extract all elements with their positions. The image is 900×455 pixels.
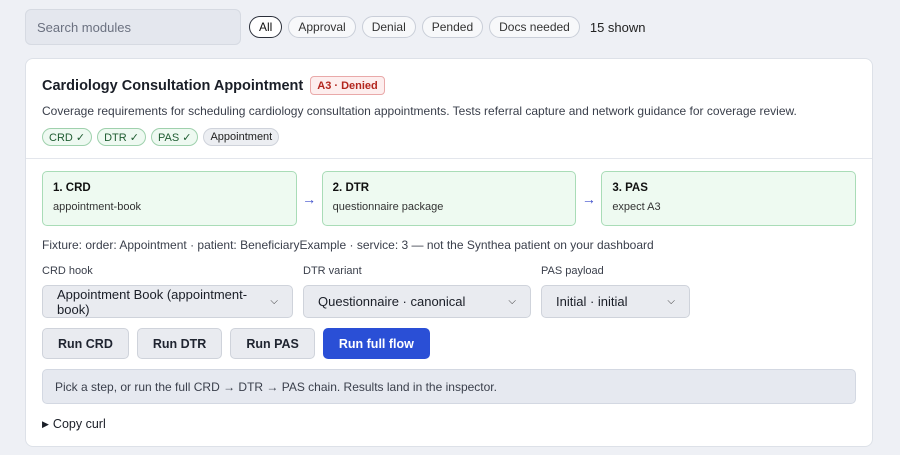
copy-curl-label: Copy curl	[52, 417, 106, 431]
dtr-variant-select[interactable]: Questionnaire · canonical ⌵	[303, 285, 531, 318]
step-pas[interactable]: 3. PAS expect A3	[601, 171, 856, 226]
run-crd-button[interactable]: Run CRD	[42, 328, 129, 359]
crd-hook-label: CRD hook	[42, 265, 93, 277]
pas-payload-value: Initial · initial	[556, 294, 628, 309]
flow-steps: 1. CRD appointment-book → 2. DTR questio…	[42, 171, 856, 226]
inspector-hint: Pick a step, or run the full CRD → DTR →…	[42, 369, 856, 404]
tag-dtr: DTR ✓	[97, 128, 146, 146]
step-subtitle: questionnaire package	[332, 201, 444, 213]
filter-chips: All Approval Denial Pended Docs needed	[249, 16, 586, 38]
copy-curl-toggle[interactable]: ▶ Copy curl	[42, 417, 856, 431]
run-full-flow-button[interactable]: Run full flow	[322, 328, 430, 359]
filter-chip-all[interactable]: All	[249, 16, 283, 38]
arrow-right-icon: →	[302, 190, 317, 207]
module-description: Coverage requirements for scheduling car…	[42, 104, 797, 118]
chevron-down-icon: ⌵	[270, 296, 278, 307]
dtr-variant-value: Questionnaire · canonical	[318, 294, 466, 309]
disclosure-triangle-icon: ▶	[42, 418, 49, 429]
step-dtr[interactable]: 2. DTR questionnaire package	[321, 171, 577, 226]
crd-hook-value: Appointment Book (appointment-book)	[57, 286, 248, 317]
chevron-down-icon: ⌵	[508, 296, 516, 307]
arrow-right-icon: →	[581, 190, 596, 207]
fixture-note: Fixture: order: Appointment · patient: B…	[42, 238, 654, 252]
step-crd[interactable]: 1. CRD appointment-book	[42, 171, 297, 226]
step-title: 2. DTR	[332, 182, 370, 194]
filter-chip-docs-needed[interactable]: Docs needed	[489, 16, 580, 38]
tag-pas: PAS ✓	[151, 128, 199, 146]
pas-payload-label: PAS payload	[541, 265, 604, 277]
dtr-variant-label: DTR variant	[303, 265, 362, 277]
crd-hook-select[interactable]: Appointment Book (appointment-book) ⌵	[42, 285, 293, 318]
pas-payload-select[interactable]: Initial · initial ⌵	[541, 285, 690, 318]
run-pas-button[interactable]: Run PAS	[230, 328, 315, 359]
filter-bar: All Approval Denial Pended Docs needed 1…	[25, 9, 885, 45]
filter-chip-denial[interactable]: Denial	[361, 16, 416, 38]
tag-appointment: Appointment	[203, 128, 280, 146]
module-title: Cardiology Consultation Appointment	[42, 77, 304, 94]
filter-chip-approval[interactable]: Approval	[288, 16, 356, 38]
step-title: 1. CRD	[53, 182, 91, 194]
filter-chip-pended[interactable]: Pended	[421, 16, 484, 38]
run-dtr-button[interactable]: Run DTR	[136, 328, 223, 359]
module-header: Cardiology Consultation Appointment A3 ·…	[26, 59, 872, 159]
action-buttons: Run CRD Run DTR Run PAS Run full flow	[42, 328, 856, 359]
step-subtitle: expect A3	[612, 201, 661, 213]
module-tags: CRD ✓ DTR ✓ PAS ✓ Appointment	[42, 128, 856, 146]
shown-count: 15 shown	[589, 19, 646, 35]
step-subtitle: appointment-book	[53, 201, 142, 213]
tag-crd: CRD ✓	[42, 128, 93, 146]
step-title: 3. PAS	[612, 182, 648, 194]
module-card: Cardiology Consultation Appointment A3 ·…	[25, 58, 873, 447]
status-badge: A3 · Denied	[310, 76, 385, 95]
select-row: CRD hook Appointment Book (appointment-b…	[42, 265, 856, 318]
chevron-down-icon: ⌵	[667, 296, 675, 307]
search-input[interactable]	[25, 9, 241, 45]
